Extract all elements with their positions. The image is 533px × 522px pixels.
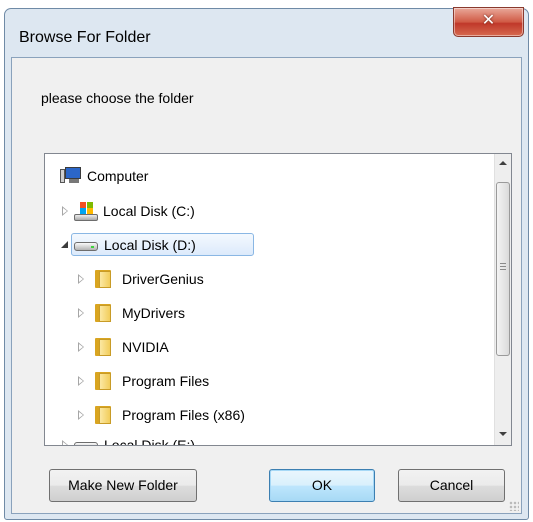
tree-item-label: Local Disk (C:) <box>103 203 195 219</box>
expand-arrow-icon[interactable] <box>78 308 84 318</box>
grip-icon <box>500 263 506 270</box>
folder-icon <box>95 304 111 322</box>
folder-icon <box>95 372 111 390</box>
browse-for-folder-dialog: Browse For Folder ✕ please choose the fo… <box>4 7 529 520</box>
collapse-arrow-icon[interactable] <box>61 241 68 248</box>
vertical-scrollbar[interactable] <box>494 154 511 445</box>
disk-icon <box>74 440 98 445</box>
cancel-button[interactable]: Cancel <box>398 469 505 502</box>
tree-item-label: Program Files <box>122 373 210 389</box>
ok-button[interactable]: OK <box>269 469 375 502</box>
tree-item-label: NVIDIA <box>122 339 169 355</box>
expand-arrow-icon[interactable] <box>78 342 84 352</box>
scroll-down-arrow-icon[interactable] <box>495 426 511 443</box>
instruction-text: please choose the folder <box>41 90 194 106</box>
expand-arrow-icon[interactable] <box>78 410 84 420</box>
tree-item-label: Local Disk (E:) <box>104 437 196 446</box>
tree-item-label: Computer <box>87 168 149 184</box>
folder-icon <box>95 406 111 424</box>
folder-tree[interactable]: Computer Local Disk (C:) Local Disk (D:)… <box>44 153 512 446</box>
computer-icon <box>60 166 82 186</box>
expand-arrow-icon[interactable] <box>62 440 68 445</box>
resize-grip-icon[interactable] <box>509 501 519 511</box>
folder-icon <box>95 270 111 288</box>
windows-disk-icon <box>74 202 98 222</box>
disk-icon <box>74 240 98 252</box>
tree-item-label: Program Files (x86) <box>122 407 245 423</box>
folder-icon <box>95 338 111 356</box>
expand-arrow-icon[interactable] <box>62 206 68 216</box>
title-bar[interactable]: Browse For Folder ✕ <box>5 7 528 57</box>
tree-item-label: DriverGenius <box>122 271 204 287</box>
tree-item-label: Local Disk (D:) <box>104 237 196 253</box>
close-button[interactable]: ✕ <box>453 7 524 37</box>
scroll-up-arrow-icon[interactable] <box>495 155 511 172</box>
close-icon: ✕ <box>481 10 496 29</box>
dialog-title: Browse For Folder <box>19 29 151 46</box>
scrollbar-thumb[interactable] <box>496 182 510 356</box>
expand-arrow-icon[interactable] <box>78 274 84 284</box>
tree-item-label: MyDrivers <box>122 305 185 321</box>
expand-arrow-icon[interactable] <box>78 376 84 386</box>
dialog-body: please choose the folder Computer Local … <box>11 57 522 514</box>
make-new-folder-button[interactable]: Make New Folder <box>49 469 197 502</box>
